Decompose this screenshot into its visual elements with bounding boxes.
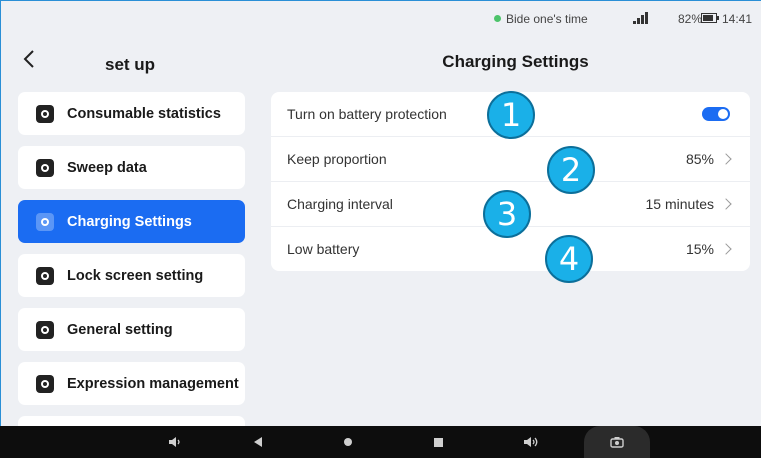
charging-interval-label: Charging interval bbox=[287, 196, 393, 212]
gear-icon bbox=[36, 158, 54, 177]
sidebar-item-sweep-data[interactable]: Sweep data bbox=[18, 146, 245, 189]
nav-home-icon[interactable] bbox=[338, 426, 358, 458]
volume-down-icon[interactable] bbox=[160, 426, 190, 458]
chevron-left-icon bbox=[23, 50, 34, 68]
keep-proportion-label: Keep proportion bbox=[287, 151, 387, 167]
sidebar-item-charging-settings[interactable]: Charging Settings bbox=[18, 200, 245, 243]
charging-interval-value: 15 minutes bbox=[645, 196, 714, 212]
annotation-badge-3: 3 bbox=[483, 190, 531, 238]
low-battery-value: 15% bbox=[685, 241, 714, 257]
keep-proportion-value: 85% bbox=[685, 151, 714, 167]
status-dot bbox=[494, 15, 501, 22]
sidebar-item-lock-screen-setting[interactable]: Lock screen setting bbox=[18, 254, 245, 297]
sidebar-item-general-setting[interactable]: General setting bbox=[18, 308, 245, 351]
status-text: Bide one's time bbox=[506, 12, 588, 26]
sidebar-item-label: Expression management bbox=[67, 375, 239, 392]
battery-icon bbox=[701, 13, 719, 23]
gear-icon bbox=[36, 266, 54, 285]
chevron-right-icon bbox=[720, 243, 732, 255]
annotation-badge-2: 2 bbox=[547, 146, 595, 194]
signal-icon bbox=[633, 11, 651, 24]
gear-icon bbox=[36, 212, 54, 231]
sidebar-title: set up bbox=[105, 55, 156, 74]
sidebar-item-label: General setting bbox=[67, 321, 173, 338]
battery-protection-toggle[interactable] bbox=[702, 107, 730, 121]
annotation-badge-1: 1 bbox=[487, 91, 535, 139]
low-battery-label: Low battery bbox=[287, 241, 360, 257]
sidebar-item-partial[interactable] bbox=[18, 416, 245, 426]
gear-icon bbox=[36, 374, 54, 393]
sidebar-item-consumable-statistics[interactable]: Consumable statistics bbox=[18, 92, 245, 135]
nav-recent-apps-icon[interactable] bbox=[428, 426, 448, 458]
navigation-bar bbox=[0, 426, 761, 458]
sidebar-item-expression-management[interactable]: Expression management bbox=[18, 362, 245, 405]
device-screen: Bide one's time 82% 14:41 set up Chargin… bbox=[0, 0, 761, 426]
camera-icon bbox=[610, 437, 624, 448]
page-title: Charging Settings bbox=[442, 52, 589, 71]
chevron-right-icon bbox=[720, 153, 732, 165]
keep-proportion-row[interactable]: Keep proportion 85% bbox=[271, 137, 750, 181]
sidebar-item-label: Sweep data bbox=[67, 159, 147, 176]
nav-back-icon[interactable] bbox=[248, 426, 268, 458]
chevron-right-icon bbox=[720, 198, 732, 210]
clock: 14:41 bbox=[722, 12, 753, 26]
sidebar-item-label: Consumable statistics bbox=[67, 105, 221, 122]
back-button[interactable] bbox=[23, 49, 35, 73]
volume-up-icon[interactable] bbox=[516, 426, 546, 458]
annotation-badge-4: 4 bbox=[545, 235, 593, 283]
gear-icon bbox=[36, 320, 54, 339]
sidebar: Consumable statistics Sweep data Chargin… bbox=[18, 92, 245, 426]
battery-percent: 82% bbox=[678, 12, 703, 26]
camera-button[interactable] bbox=[584, 426, 650, 458]
status-bar: Bide one's time 82% 14:41 bbox=[1, 1, 761, 31]
gear-icon bbox=[36, 104, 54, 123]
sidebar-item-label: Charging Settings bbox=[67, 213, 192, 230]
sidebar-item-label: Lock screen setting bbox=[67, 267, 204, 284]
